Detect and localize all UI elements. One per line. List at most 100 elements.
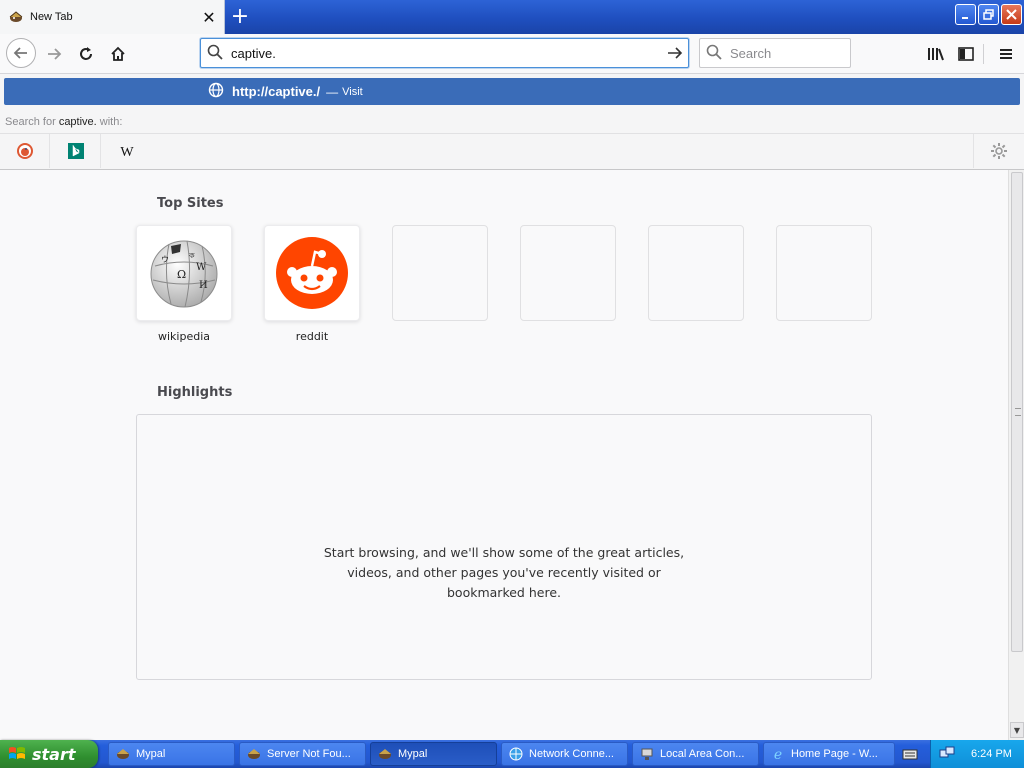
taskbar-item-local-area-connection[interactable]: Local Area Con... [632, 742, 759, 766]
taskbar-item-label: Network Conne... [529, 748, 614, 760]
network-tray-icon[interactable] [939, 745, 955, 764]
search-icon [207, 44, 223, 63]
network-connections-icon [508, 746, 524, 762]
close-window-button[interactable] [1001, 4, 1022, 25]
forward-arrow-icon [48, 48, 62, 60]
mypal-icon [115, 746, 131, 762]
windows-flag-icon [9, 747, 25, 759]
reload-icon [80, 47, 92, 60]
top-site-tile-empty[interactable] [648, 225, 744, 321]
scrollbar-grip-icon [1015, 408, 1021, 416]
system-tray: 6:24 PM [930, 740, 1024, 768]
top-site-tile-reddit[interactable] [264, 225, 360, 321]
svg-text:ক: ক [188, 251, 195, 260]
restore-icon [983, 9, 994, 20]
reddit-icon [276, 237, 348, 309]
highlights-message-line: videos, and other pages you've recently … [347, 565, 661, 580]
suggestion-action: Visit [342, 85, 363, 98]
search-for-suffix: with: [99, 116, 123, 128]
taskbar-item-mypal-active[interactable]: Mypal [370, 742, 497, 766]
scrollbar-thumb[interactable] [1011, 172, 1023, 652]
tab-new-tab[interactable]: New Tab ✕ [0, 0, 225, 34]
search-engines-row: W [0, 133, 1024, 168]
search-icon [706, 44, 722, 63]
top-site-tile-empty[interactable] [776, 225, 872, 321]
svg-text:И: И [199, 280, 208, 291]
nav-toolbar: captive. Search [0, 34, 1024, 74]
go-arrow-icon[interactable] [662, 40, 688, 66]
forward-button[interactable] [40, 40, 68, 68]
bing-icon [67, 143, 84, 159]
back-arrow-icon [13, 47, 27, 59]
search-bar[interactable]: Search [699, 38, 851, 68]
internet-explorer-icon: e [770, 746, 786, 762]
keyboard-icon[interactable] [902, 746, 918, 762]
taskbar-item-server-not-found[interactable]: Server Not Fou... [239, 742, 366, 766]
close-icon [1006, 9, 1017, 20]
windows-taskbar: start Mypal Server Not Fou... Mypal Netw… [0, 740, 1024, 768]
top-site-tile-empty[interactable] [520, 225, 616, 321]
taskbar-item-mypal[interactable]: Mypal [108, 742, 235, 766]
top-site-tile-wikipedia[interactable]: Ω W И ウ ক [136, 225, 232, 321]
engine-wikipedia-button[interactable]: W [102, 134, 152, 168]
library-icon [928, 48, 944, 61]
search-for-label: Search for captive. with: [5, 116, 122, 128]
top-sites-title: Top Sites [157, 196, 224, 211]
svg-text:Ω: Ω [177, 268, 186, 281]
minimize-button[interactable] [955, 4, 976, 25]
sidebar-button[interactable] [952, 40, 980, 68]
sidebar-icon [958, 47, 974, 61]
top-site-label: wikipedia [157, 330, 210, 343]
url-bar[interactable]: captive. [200, 38, 689, 68]
highlights-message-line: bookmarked here. [447, 585, 561, 600]
suggestion-separator: — [326, 84, 339, 99]
taskbar-item-home-page[interactable]: e Home Page - W... [763, 742, 895, 766]
taskbar-item-label: Mypal [398, 748, 428, 760]
search-placeholder: Search [730, 45, 772, 61]
search-for-term: captive. [58, 116, 97, 128]
home-button[interactable] [104, 40, 132, 68]
svg-text:ウ: ウ [161, 255, 169, 264]
new-tab-button[interactable]: + [229, 6, 251, 28]
globe-icon [208, 82, 224, 101]
taskbar-item-label: Local Area Con... [660, 748, 745, 760]
highlights-title: Highlights [157, 385, 233, 400]
scroll-down-arrow-icon[interactable]: ▼ [1010, 722, 1024, 738]
highlights-empty-message: Start browsing, and we'll show some of t… [137, 543, 871, 603]
back-button[interactable] [6, 38, 36, 68]
reload-button[interactable] [72, 40, 100, 68]
mypal-icon [8, 9, 24, 25]
engine-bing-button[interactable] [51, 134, 101, 168]
taskbar-item-network-connections[interactable]: Network Conne... [501, 742, 628, 766]
new-tab-page: Top Sites Ω W И ウ ক wikipedia reddit Hig… [0, 170, 1008, 740]
taskbar-item-label: Mypal [136, 748, 166, 760]
tab-title: New Tab [30, 11, 73, 23]
url-autocomplete-popup: http://captive./ — Visit Search for capt… [0, 74, 1024, 170]
svg-text:e: e [774, 747, 782, 762]
autocomplete-suggestion[interactable]: http://captive./ — Visit [4, 78, 1020, 105]
minimize-icon [961, 16, 968, 19]
vertical-scrollbar[interactable]: ▼ [1008, 170, 1024, 740]
url-input[interactable]: captive. [231, 46, 662, 61]
svg-text:W: W [196, 262, 207, 273]
engine-duckduckgo-button[interactable] [0, 134, 50, 168]
wikipedia-icon: W [120, 145, 134, 159]
taskbar-item-label: Home Page - W... [791, 748, 878, 760]
home-icon [111, 46, 125, 61]
search-settings-button[interactable] [973, 134, 1024, 168]
top-site-tile-empty[interactable] [392, 225, 488, 321]
top-site-label: reddit [295, 330, 329, 343]
taskbar-clock: 6:24 PM [971, 748, 1012, 760]
close-tab-icon[interactable]: ✕ [200, 8, 218, 27]
search-for-prefix: Search for [5, 116, 56, 128]
menu-button[interactable] [992, 40, 1020, 68]
start-button[interactable]: start [0, 740, 98, 768]
gear-icon [991, 143, 1007, 159]
svg-text:W: W [120, 145, 134, 159]
taskbar-item-label: Server Not Fou... [267, 748, 351, 760]
title-bar: New Tab ✕ + [0, 0, 1024, 34]
library-button[interactable] [922, 40, 950, 68]
duckduckgo-icon [16, 143, 33, 159]
restore-button[interactable] [978, 4, 999, 25]
mypal-icon [246, 746, 262, 762]
